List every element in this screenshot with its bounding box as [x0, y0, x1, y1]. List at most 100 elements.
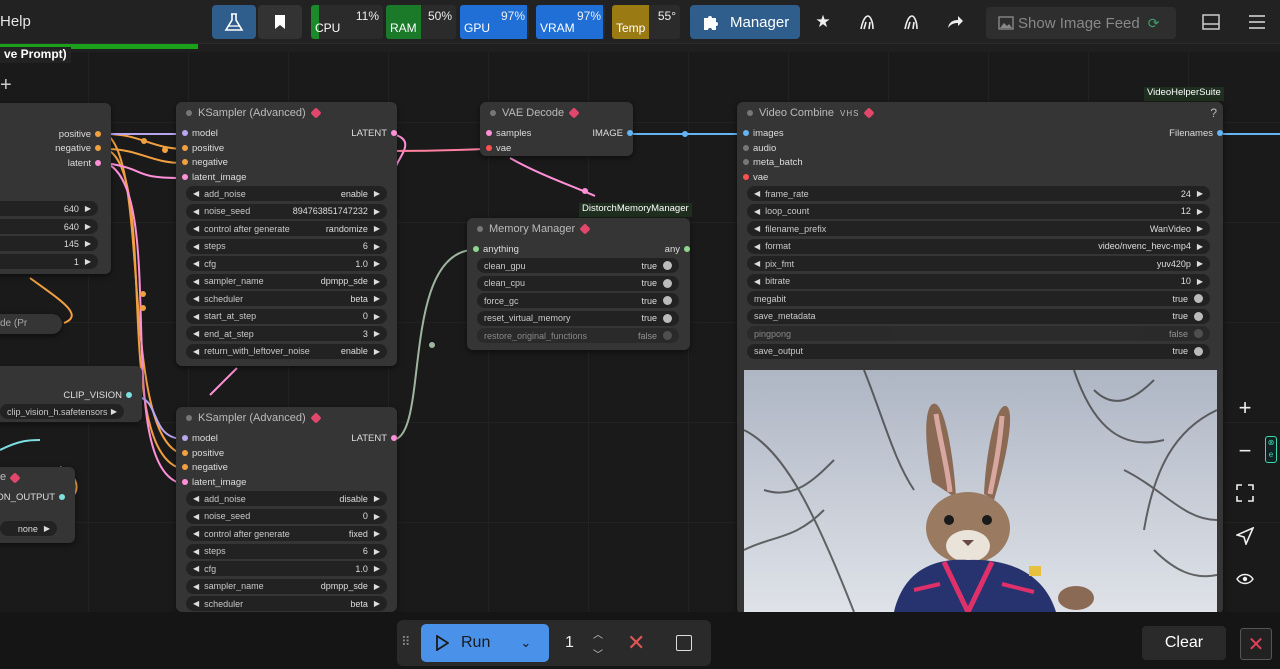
increment-arrow-icon[interactable]: ▶ — [1197, 259, 1203, 268]
stop-square-icon[interactable] — [676, 635, 692, 651]
node-header[interactable]: KSampler (Advanced) — [176, 102, 397, 124]
batch-decrement-icon[interactable]: ﹀ — [593, 646, 603, 661]
in-images[interactable]: images — [739, 127, 784, 141]
help-icon[interactable]: ? — [1210, 106, 1217, 120]
increment-arrow-icon[interactable]: ▶ — [374, 564, 380, 573]
out-filenames[interactable]: Filenames — [1169, 127, 1227, 141]
increment-arrow-icon[interactable]: ▶ — [1197, 189, 1203, 198]
node-header[interactable]: KSampler (Advanced) — [176, 407, 397, 429]
node-header[interactable]: VAE Decode — [480, 102, 633, 124]
node-header[interactable]: Video Combine VHS — [737, 102, 1223, 124]
mem-widget-restore-original-functions[interactable]: restore_original_functions false — [477, 328, 679, 343]
clip-vision-encode-node[interactable]: e SION_OUTPUT none▶ — [0, 467, 75, 543]
increment-arrow-icon[interactable]: ▶ — [374, 294, 380, 303]
vc-widget-loop-count[interactable]: ◀ loop_count 12 ▶ — [747, 203, 1210, 219]
share-button[interactable] — [852, 8, 882, 36]
ksampler-advanced-node-2[interactable]: KSampler (Advanced) model positive negat… — [176, 407, 397, 612]
ks2-widget-add-noise[interactable]: ◀ add_noise disable ▶ — [186, 491, 387, 506]
increment-arrow-icon[interactable]: ▶ — [374, 512, 380, 521]
increment-arrow-icon[interactable]: ▶ — [374, 242, 380, 251]
decrement-arrow-icon[interactable]: ◀ — [193, 312, 199, 321]
increment-arrow-icon[interactable]: ▶ — [374, 312, 380, 321]
decrement-arrow-icon[interactable]: ◀ — [193, 277, 199, 286]
increment-arrow-icon[interactable]: ▶ — [1197, 277, 1203, 286]
vc-widget-frame-rate[interactable]: ◀ frame_rate 24 ▶ — [747, 186, 1210, 201]
increment-arrow-icon[interactable]: ▶ — [374, 494, 380, 503]
decrement-arrow-icon[interactable]: ◀ — [193, 224, 199, 233]
increment-arrow-icon[interactable]: ▶ — [374, 259, 380, 268]
extension-side-badge[interactable]: ⊗ e — [1265, 436, 1277, 463]
ks2-widget-control-after-generate[interactable]: ◀ control after generate fixed ▶ — [186, 526, 387, 541]
ks1-widget-noise-seed[interactable]: ◀ noise_seed 894763851747232 ▶ — [186, 203, 387, 219]
width-widget[interactable]: 640 ▶ — [0, 201, 98, 216]
collapsed-decode-node[interactable]: de (Pr — [0, 314, 62, 334]
in-vae[interactable]: vae — [739, 171, 768, 185]
panel-toggle-button[interactable] — [1196, 8, 1226, 36]
out-image[interactable]: IMAGE — [592, 127, 637, 141]
node-header[interactable]: Memory Manager — [467, 218, 690, 240]
toggle-knob-icon[interactable] — [663, 278, 672, 288]
ks1-widget-steps[interactable]: ◀ steps 6 ▶ — [186, 238, 387, 254]
vc-widget-format[interactable]: ◀ format video/nvenc_hevc-mp4 ▶ — [747, 238, 1210, 254]
increment-arrow-icon[interactable]: ▶ — [1197, 242, 1203, 251]
increment-arrow-icon[interactable]: ▶ — [1197, 224, 1203, 233]
increment-arrow-icon[interactable]: ▶ — [374, 347, 380, 356]
vae-decode-node[interactable]: VAE Decode samples vae IMAGE — [480, 102, 633, 156]
out-latent[interactable]: LATENT — [351, 127, 401, 141]
batch-increment-icon[interactable]: ︿ — [593, 626, 603, 641]
ks2-widget-noise-seed[interactable]: ◀ noise_seed 0 ▶ — [186, 508, 387, 524]
vc-widget-pingpong[interactable]: pingpong false — [747, 326, 1210, 341]
video-preview[interactable] — [744, 370, 1217, 612]
increment-arrow-icon[interactable]: ▶ — [374, 207, 380, 216]
decrement-arrow-icon[interactable]: ◀ — [754, 242, 760, 251]
increment-arrow-icon[interactable]: ▶ — [374, 224, 380, 233]
ks1-widget-return-with-leftover-noise[interactable]: ◀ return_with_leftover_noise enable ▶ — [186, 343, 387, 359]
ks2-widget-scheduler[interactable]: ◀ scheduler beta ▶ — [186, 596, 387, 611]
toggle-knob-icon[interactable] — [1194, 294, 1203, 303]
toggle-knob-icon[interactable] — [1194, 346, 1203, 356]
memory-manager-node[interactable]: Memory Manager anything any clean_gpu tru… — [467, 218, 690, 350]
decrement-arrow-icon[interactable]: ◀ — [754, 207, 760, 216]
toggle-knob-icon[interactable] — [1194, 329, 1203, 338]
decrement-arrow-icon[interactable]: ◀ — [754, 224, 760, 233]
in-vae[interactable]: vae — [482, 142, 511, 156]
ks1-widget-add-noise[interactable]: ◀ add_noise enable ▶ — [186, 186, 387, 201]
in-anything[interactable]: anything — [469, 243, 519, 257]
show-image-feed-button[interactable]: Show Image Feed ⟳ — [986, 7, 1176, 39]
out-latent[interactable]: LATENT — [351, 432, 401, 446]
toggle-knob-icon[interactable] — [663, 261, 672, 270]
vc-widget-megabit[interactable]: megabit true — [747, 291, 1210, 306]
left-conditioning-node[interactable]: positive negative latent 640 ▶ 640 ▶ 145 ▶ … — [0, 103, 111, 274]
in-positive[interactable]: positive — [178, 447, 224, 461]
toggle-knob-icon[interactable] — [663, 331, 672, 340]
clear-button[interactable]: Clear — [1142, 626, 1226, 660]
decrement-arrow-icon[interactable]: ◀ — [193, 242, 199, 251]
in-samples[interactable]: samples — [482, 127, 531, 141]
mem-widget-reset-virtual-memory[interactable]: reset_virtual_memory true — [477, 310, 679, 326]
out-negative[interactable]: negative — [55, 142, 105, 156]
increment-arrow-icon[interactable]: ▶ — [374, 582, 380, 591]
out-any[interactable]: any — [665, 243, 694, 257]
in-negative[interactable]: negative — [178, 156, 228, 170]
length-widget[interactable]: 145 ▶ — [0, 236, 98, 251]
cancel-run-icon[interactable]: ✕ — [627, 630, 645, 656]
clip-vision-loader-node[interactable]: CLIP_VISION clip_vision_h.safetensors ▶ — [0, 366, 142, 422]
increment-arrow-icon[interactable]: ▶ — [374, 329, 380, 338]
run-button[interactable]: Run ⌄ — [421, 624, 549, 662]
out-positive[interactable]: positive — [59, 128, 105, 142]
toggle-links-button[interactable] — [1227, 561, 1263, 597]
decrement-arrow-icon[interactable]: ◀ — [193, 347, 199, 356]
fit-view-button[interactable] — [1227, 475, 1263, 511]
batch-count-input[interactable]: 1 — [565, 634, 574, 652]
drag-handle-icon[interactable]: ⠿ — [401, 634, 410, 650]
ks1-widget-sampler-name[interactable]: ◀ sampler_name dpmpp_sde ▶ — [186, 273, 387, 289]
vc-widget-save-metadata[interactable]: save_metadata true — [747, 308, 1210, 324]
star-button[interactable]: ★ — [808, 8, 838, 36]
ksampler-advanced-node-1[interactable]: KSampler (Advanced) model positive negat… — [176, 102, 397, 366]
run-dropdown-chevron-icon[interactable]: ⌄ — [520, 635, 531, 651]
close-queue-button[interactable]: ✕ — [1240, 628, 1272, 660]
increment-arrow-icon[interactable]: ▶ — [1197, 207, 1203, 216]
comfyui-canvas[interactable]: { "menu":{"help":"Help"}, "monitors":[ {… — [0, 0, 1280, 669]
share-alt-button[interactable] — [896, 8, 926, 36]
decrement-arrow-icon[interactable]: ◀ — [193, 189, 199, 198]
